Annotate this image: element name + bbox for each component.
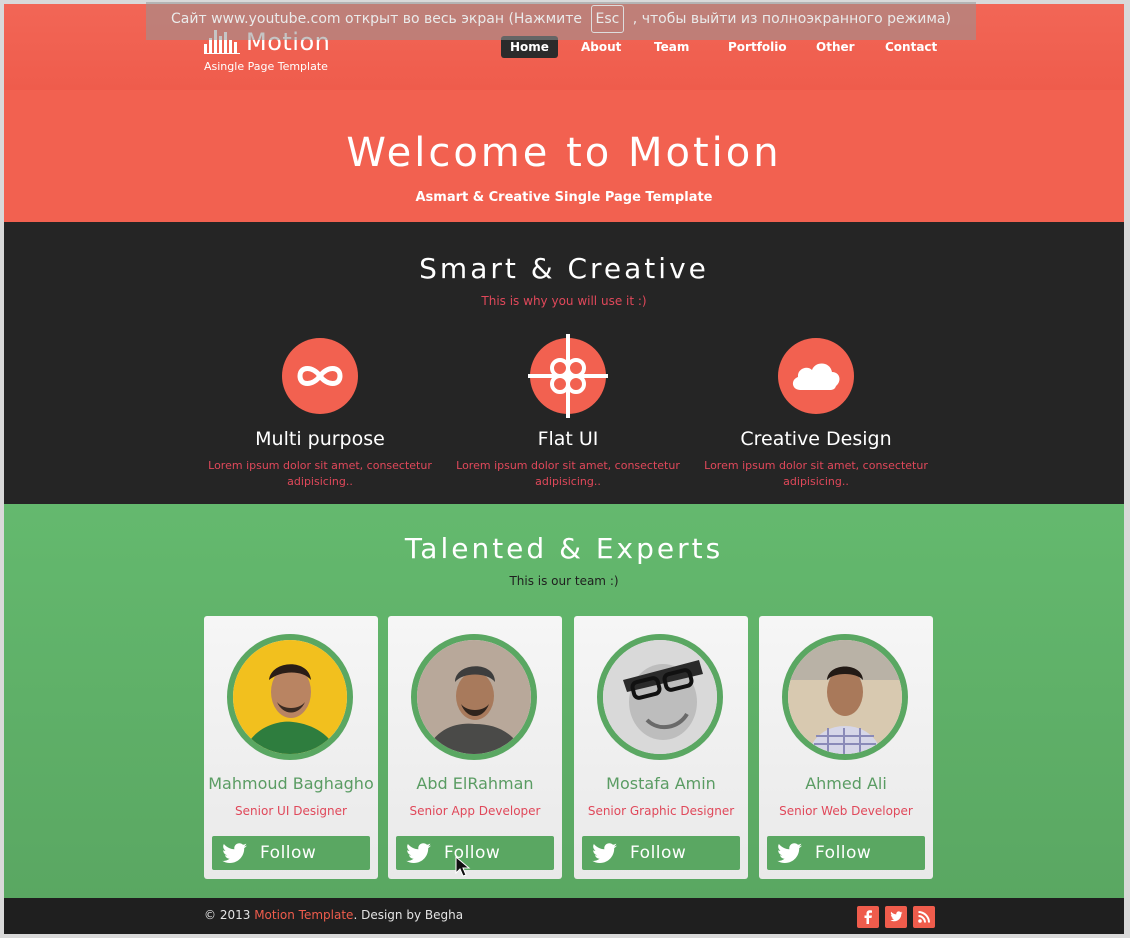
team-card: Mostafa Amin Senior Graphic Designer Fol… <box>574 616 748 879</box>
member-role: Senior Graphic Designer <box>587 804 735 818</box>
feature-title: Creative Design <box>740 428 892 450</box>
designer-credit: . Design by Begha <box>353 908 464 922</box>
team-title: Talented & Experts <box>404 532 724 565</box>
facebook-icon <box>864 910 872 924</box>
flower-crosshair-icon <box>528 334 608 418</box>
cloud-icon <box>792 363 840 390</box>
facebook-button[interactable] <box>857 906 879 928</box>
fullscreen-notice-text-end: , чтобы выйти из полноэкранного режима) <box>632 11 951 27</box>
follow-label: Follow <box>815 843 872 863</box>
twitter-icon <box>222 843 247 863</box>
member-name: Abd ElRahman <box>416 774 534 793</box>
feature-icon-circle <box>778 338 854 414</box>
follow-label: Follow <box>444 843 501 863</box>
feature-flat-ui: Flat UI Lorem ipsum dolor sit amet, cons… <box>448 334 688 498</box>
member-name: Ahmed Ali <box>805 774 887 793</box>
footer-credit: © 2013 Motion Template. Design by Begha <box>204 908 463 922</box>
features-subtitle: This is why you will use it :) <box>481 294 647 308</box>
rss-button[interactable] <box>913 906 935 928</box>
features-section: Smart & Creative This is why you will us… <box>4 222 1124 504</box>
team-card: Mahmoud Baghagho Senior UI Designer Foll… <box>204 616 378 879</box>
infinity-icon <box>297 366 343 386</box>
follow-label: Follow <box>260 843 317 863</box>
team-subtitle: This is our team :) <box>509 574 619 588</box>
fullscreen-notice: Сайт www.youtube.com открыт во весь экра… <box>146 2 976 40</box>
hero-section: Welcome to Motion Asmart & Creative Sing… <box>4 90 1124 222</box>
follow-button[interactable]: Follow <box>396 836 554 870</box>
member-photo <box>417 640 531 754</box>
follow-button[interactable]: Follow <box>212 836 370 870</box>
avatar <box>782 634 908 760</box>
features-title: Smart & Creative <box>419 252 709 285</box>
member-role: Senior UI Designer <box>235 804 347 818</box>
member-photo <box>788 640 902 754</box>
footer-brand-link[interactable]: Motion Template <box>254 908 353 922</box>
page: Motion Asingle Page Template Home About … <box>4 4 1124 934</box>
member-name: Mostafa Amin <box>606 774 716 793</box>
fullscreen-notice-text: Сайт www.youtube.com открыт во весь экра… <box>171 11 583 27</box>
member-photo <box>233 640 347 754</box>
twitter-icon <box>777 843 802 863</box>
feature-multi-purpose: Multi purpose Lorem ipsum dolor sit amet… <box>200 338 440 498</box>
team-card: Ahmed Ali Senior Web Developer Follow <box>759 616 933 879</box>
hero-subtitle: Asmart & Creative Single Page Template <box>415 190 713 205</box>
feature-creative-design: Creative Design Lorem ipsum dolor sit am… <box>696 338 936 498</box>
copyright-text: © 2013 <box>204 908 251 922</box>
member-role: Senior App Developer <box>409 804 541 818</box>
twitter-icon <box>592 843 617 863</box>
follow-button[interactable]: Follow <box>767 836 925 870</box>
team-card: Abd ElRahman Senior App Developer Follow <box>388 616 562 879</box>
mouse-cursor-icon <box>455 856 471 877</box>
follow-button[interactable]: Follow <box>582 836 740 870</box>
esc-key-badge: Esc <box>590 5 625 33</box>
site-footer: © 2013 Motion Template. Design by Begha <box>4 898 1124 934</box>
avatar <box>227 634 353 760</box>
member-photo <box>603 640 717 754</box>
follow-label: Follow <box>630 843 687 863</box>
feature-text: Lorem ipsum dolor sit amet, consectetur … <box>208 459 432 488</box>
rss-icon <box>918 911 930 923</box>
feature-icon-circle <box>282 338 358 414</box>
member-name: Mahmoud Baghagho <box>208 774 374 793</box>
member-role: Senior Web Developer <box>779 804 913 818</box>
feature-title: Multi purpose <box>255 428 385 450</box>
team-section: Talented & Experts This is our team :) M… <box>4 504 1124 898</box>
twitter-icon <box>406 843 431 863</box>
twitter-button[interactable] <box>885 906 907 928</box>
logo-tagline: Asingle Page Template <box>204 60 328 73</box>
avatar <box>597 634 723 760</box>
twitter-icon <box>890 911 903 922</box>
feature-title: Flat UI <box>537 428 599 450</box>
avatar <box>411 634 537 760</box>
feature-icon-circle <box>528 334 608 418</box>
feature-text: Lorem ipsum dolor sit amet, consectetur … <box>456 459 680 488</box>
feature-text: Lorem ipsum dolor sit amet, consectetur … <box>704 459 928 488</box>
hero-title: Welcome to Motion <box>346 130 782 176</box>
